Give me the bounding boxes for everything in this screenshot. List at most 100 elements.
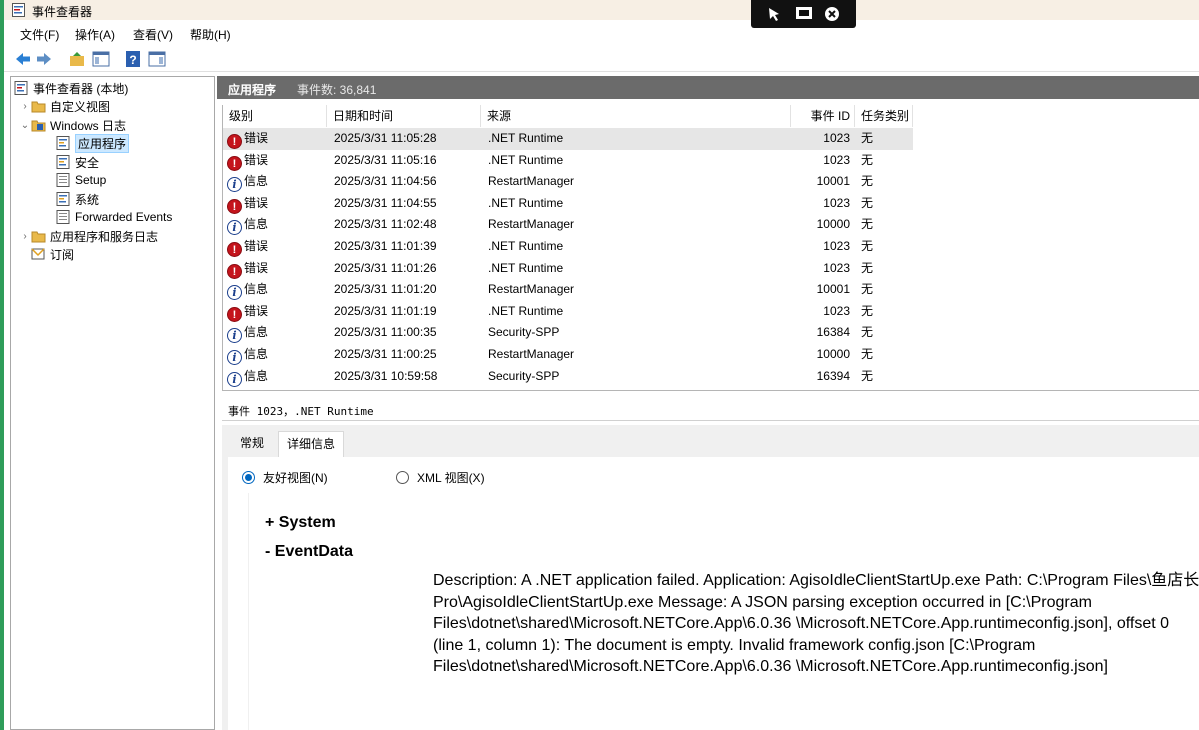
cell-source: RestartManager <box>488 282 575 297</box>
cell-source: Security-SPP <box>488 325 560 340</box>
table-row[interactable]: i 信息 2025/3/31 10:59:58 Security-SPP 16394 无 <box>223 366 913 388</box>
cell-datetime: 2025/3/31 11:01:26 <box>334 260 437 275</box>
folder-icon <box>31 231 46 243</box>
show-hide-pane-icon[interactable] <box>92 50 110 68</box>
level-text: 错误 <box>244 303 269 318</box>
cell-source: .NET Runtime <box>488 131 564 145</box>
radio-xml-view[interactable]: XML 视图(X) <box>396 469 485 486</box>
table-row[interactable]: ! 错误 2025/3/31 11:01:39 .NET Runtime 1023 无 <box>223 236 913 258</box>
event-description: Description: A .NET application failed. … <box>433 572 1199 675</box>
tree-item-windows-logs[interactable]: ⌄ Windows 日志 <box>19 116 126 134</box>
tab-general[interactable]: 常规 <box>232 431 272 457</box>
toolbar: ? <box>4 46 1199 72</box>
cell-task-category: 无 <box>861 303 874 318</box>
table-row[interactable]: i 信息 2025/3/31 11:00:35 Security-SPP 16384 无 <box>223 322 913 344</box>
back-arrow-icon[interactable] <box>14 50 32 68</box>
menu-file[interactable]: 文件(F) <box>20 26 59 43</box>
chevron-right-icon[interactable]: › <box>19 101 31 112</box>
cell-datetime: 2025/3/31 11:00:25 <box>334 347 437 361</box>
screen-icon[interactable] <box>795 6 813 23</box>
friendly-view-content: + System - EventData Description: A .NET… <box>248 493 1199 730</box>
node-system[interactable]: + System <box>265 514 336 532</box>
column-header-level[interactable]: 级别 <box>223 105 327 127</box>
level-text: 信息 <box>244 217 269 232</box>
table-row[interactable]: ! 错误 2025/3/31 11:01:19 .NET Runtime 1023 无 <box>223 301 913 323</box>
tree-item-application[interactable]: 应用程序 <box>56 133 130 153</box>
tree-item-subscriptions[interactable]: 订阅 <box>31 245 74 263</box>
info-icon: i <box>227 220 242 236</box>
node-eventdata[interactable]: - EventData <box>265 543 353 561</box>
cell-task-category: 无 <box>861 239 874 253</box>
tree-item-setup[interactable]: Setup <box>56 171 106 189</box>
tree-item-root[interactable]: 事件查看器 (本地) <box>14 79 128 97</box>
column-header-task-category[interactable]: 任务类别 <box>855 105 913 127</box>
chevron-right-icon[interactable]: › <box>19 231 31 242</box>
table-row[interactable]: ! 错误 2025/3/31 11:05:16 .NET Runtime 1023 无 <box>223 150 913 172</box>
table-row[interactable]: i 信息 2025/3/31 11:01:20 RestartManager 10001… <box>223 279 913 301</box>
cell-task-category: 无 <box>861 174 874 189</box>
table-row[interactable]: i 信息 2025/3/31 11:00:25 RestartManager 10000… <box>223 344 913 366</box>
cell-level: i 信息 <box>227 366 268 387</box>
tree-label-subscriptions: 订阅 <box>50 247 75 262</box>
table-row[interactable]: i 信息 2025/3/31 11:04:56 RestartManager 10001… <box>223 171 913 193</box>
window-title: 事件查看器 <box>32 5 93 19</box>
cell-task-category: 无 <box>861 347 874 361</box>
tab-details[interactable]: 详细信息 <box>278 431 345 457</box>
detail-area: 常规 详细信息 友好视图(N) XML 视图(X) + System - Eve… <box>222 425 1199 730</box>
cell-task-category: 无 <box>861 325 874 340</box>
log-icon <box>56 136 70 150</box>
tree-item-custom-views[interactable]: › 自定义视图 <box>19 97 110 115</box>
column-header-event-id[interactable]: 事件 ID <box>791 105 855 127</box>
cell-datetime: 2025/3/31 11:00:35 <box>334 325 437 340</box>
cell-level: ! 错误 <box>227 301 268 322</box>
forward-arrow-icon[interactable] <box>35 50 53 68</box>
tree-label-forwarded-events: Forwarded Events <box>75 210 173 224</box>
cell-datetime: 2025/3/31 11:01:20 <box>334 282 437 297</box>
tree-item-forwarded-events[interactable]: Forwarded Events <box>56 208 172 226</box>
menu-action[interactable]: 操作(A) <box>75 26 115 43</box>
tree-item-security[interactable]: 安全 <box>56 153 99 171</box>
info-icon: i <box>227 350 242 365</box>
tree-label-root: 事件查看器 (本地) <box>33 81 129 96</box>
cell-datetime: 2025/3/31 11:04:55 <box>334 195 437 210</box>
cell-event-id: 1023 <box>823 303 850 318</box>
level-text: 信息 <box>244 347 269 361</box>
table-row[interactable]: ! 错误 2025/3/31 11:04:55 .NET Runtime 1023 无 <box>223 193 913 215</box>
folder-up-icon[interactable] <box>68 50 86 68</box>
cell-datetime: 2025/3/31 11:05:28 <box>334 131 437 145</box>
cell-event-id: 10000 <box>816 347 850 361</box>
log-title: 应用程序 <box>228 83 277 97</box>
subscriptions-icon <box>31 248 45 260</box>
menu-view[interactable]: 查看(V) <box>133 26 173 43</box>
help-icon[interactable]: ? <box>124 50 142 68</box>
table-row[interactable]: i 信息 2025/3/31 11:02:48 RestartManager 10000… <box>223 214 913 236</box>
cell-task-category: 无 <box>861 217 874 232</box>
level-text: 信息 <box>244 174 269 189</box>
event-table: 级别 日期和时间 来源 事件 ID 任务类别 ! 错误 2025/3/31 11:0… <box>222 105 1199 391</box>
radio-friendly-view[interactable]: 友好视图(N) <box>242 469 328 486</box>
action-pane-icon[interactable] <box>148 50 166 68</box>
log-icon <box>56 192 70 206</box>
svg-text:?: ? <box>129 53 136 67</box>
info-icon: i <box>227 328 242 344</box>
column-header-datetime[interactable]: 日期和时间 <box>327 105 481 127</box>
level-text: 错误 <box>244 195 269 210</box>
log-icon <box>56 210 70 224</box>
table-row[interactable]: ! 错误 2025/3/31 11:01:26 .NET Runtime 1023 无 <box>223 258 913 280</box>
chevron-down-icon[interactable]: ⌄ <box>19 120 31 131</box>
info-icon: i <box>227 285 242 301</box>
tree-label-system: 系统 <box>75 192 100 207</box>
column-header-source[interactable]: 来源 <box>481 105 791 127</box>
windows-logs-icon <box>31 120 46 132</box>
cell-level: ! 错误 <box>227 258 268 279</box>
tree-item-app-service-logs[interactable]: › 应用程序和服务日志 <box>19 227 158 245</box>
table-row[interactable]: ! 错误 2025/3/31 11:05:28 .NET Runtime 1023 无 <box>223 128 913 150</box>
details-panel: 友好视图(N) XML 视图(X) + System - EventData D… <box>228 457 1199 730</box>
radio-selected-icon <box>242 471 255 484</box>
menu-help[interactable]: 帮助(H) <box>190 26 231 43</box>
radio-xml-label: XML 视图(X) <box>417 471 485 485</box>
cell-event-id: 1023 <box>823 131 850 145</box>
cell-event-id: 16384 <box>816 325 850 340</box>
level-text: 信息 <box>244 325 269 340</box>
tree-item-system[interactable]: 系统 <box>56 190 99 208</box>
